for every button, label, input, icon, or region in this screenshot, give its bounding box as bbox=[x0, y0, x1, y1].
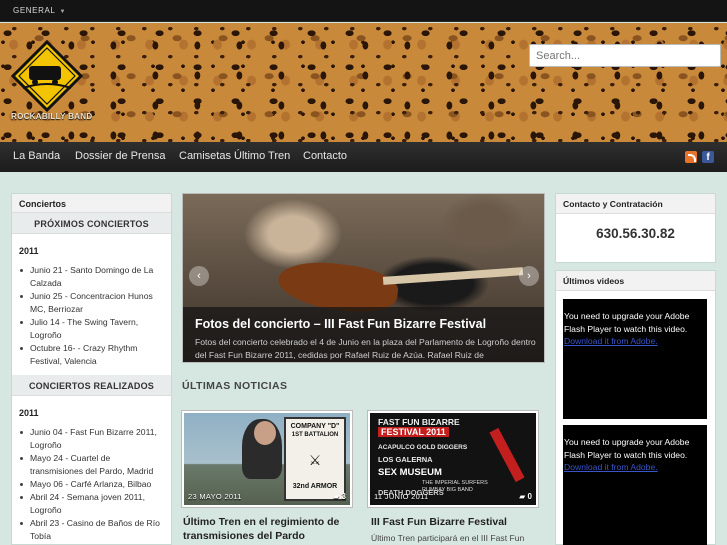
list-item: Octubre 16- - Crazy Rhythm Festival, Val… bbox=[19, 342, 163, 367]
chevron-down-icon: ▼ bbox=[59, 9, 66, 15]
comment-count[interactable]: ▰ 3 bbox=[333, 492, 346, 501]
poster-line: FESTIVAL 2011 bbox=[378, 427, 449, 437]
poster-line: LOS GALERNA bbox=[378, 455, 433, 464]
upcoming-year: 2011 bbox=[19, 246, 39, 256]
comment-count-value: 0 bbox=[527, 492, 532, 501]
comment-icon: ▰ bbox=[333, 492, 342, 501]
flash-message: You need to upgrade your Adobe Flash Pla… bbox=[564, 311, 690, 334]
tagline: ROCKABILLY BAND bbox=[11, 112, 93, 121]
slider-text: Fotos del concierto celebrado el 4 de Ju… bbox=[195, 337, 536, 360]
comment-count[interactable]: ▰ 0 bbox=[519, 492, 532, 501]
news-excerpt: Último Tren participará en el III Fast F… bbox=[371, 533, 525, 543]
header-banner: ROCKABILLY BAND bbox=[0, 23, 727, 142]
flash-download-link[interactable]: Download it from Adobe. bbox=[564, 461, 706, 474]
nav-item-dossier[interactable]: Dossier de Prensa bbox=[75, 150, 166, 162]
concerts-widget: Conciertos PRÓXIMOS CONCIERTOS 2011 Juni… bbox=[11, 193, 172, 545]
army-sign: COMPANY "D" 1ST BATTALION ⚔ 32nd ARMOR bbox=[284, 417, 346, 501]
featured-slider[interactable]: ‹ › Fotos del concierto – III Fast Fun B… bbox=[182, 193, 545, 363]
face-shape bbox=[254, 421, 276, 445]
nav-item-la-banda[interactable]: La Banda bbox=[13, 150, 60, 162]
contact-widget: Contacto y Contratación 630.56.30.82 bbox=[555, 193, 716, 263]
main-nav: La Banda Dossier de Prensa Camisetas Últ… bbox=[0, 142, 727, 172]
facebook-icon[interactable]: f bbox=[702, 151, 714, 163]
list-item: Abril 24 - Semana joven 2011, Logroño bbox=[19, 491, 163, 516]
news-title[interactable]: Último Tren en el regimiento de transmis… bbox=[183, 515, 363, 543]
tank-icon: ⚔ bbox=[308, 452, 322, 468]
slider-prev-icon[interactable]: ‹ bbox=[189, 266, 209, 286]
nav-item-contacto[interactable]: Contacto bbox=[303, 150, 347, 162]
logo-icon[interactable] bbox=[11, 40, 83, 112]
general-menu-label: GENERAL bbox=[13, 6, 56, 15]
news-card-image[interactable]: COMPANY "D" 1ST BATTALION ⚔ 32nd ARMOR 2… bbox=[181, 410, 353, 508]
flash-video-player[interactable]: You need to upgrade your Adobe Flash Pla… bbox=[563, 299, 707, 419]
guitar-shape bbox=[489, 427, 525, 483]
news-date: 11 JUNIO 2011 bbox=[374, 492, 429, 501]
news-date: 23 MAYO 2011 bbox=[188, 492, 242, 501]
nav-item-camisetas[interactable]: Camisetas Último Tren bbox=[179, 150, 290, 162]
flash-message: You need to upgrade your Adobe Flash Pla… bbox=[564, 437, 690, 460]
news-image: FAST FUN BIZARRE FESTIVAL 2011 ACAPULCO … bbox=[370, 413, 536, 505]
comment-icon: ▰ bbox=[519, 492, 528, 501]
list-item: Julio 14 - The Swing Tavern, Logroño bbox=[19, 316, 163, 341]
news-heading: ÚLTIMAS NOTICIAS bbox=[182, 380, 288, 392]
rss-icon[interactable] bbox=[685, 151, 697, 163]
news-title[interactable]: III Fast Fun Bizarre Festival bbox=[371, 515, 541, 529]
list-item: Junio 25 - Concentracion Hunos MC, Berri… bbox=[19, 290, 163, 315]
videos-title: Últimos videos bbox=[556, 271, 715, 291]
poster-line: FAST FUN BIZARRE bbox=[378, 417, 460, 427]
sign-line: 1ST BATTALION bbox=[291, 432, 339, 438]
news-card-image[interactable]: FAST FUN BIZARRE FESTIVAL 2011 ACAPULCO … bbox=[367, 410, 539, 508]
general-menu[interactable]: GENERAL ▼ bbox=[13, 6, 66, 15]
list-item: Junio 04 - Fast Fun Bizarre 2011, Logroñ… bbox=[19, 426, 163, 451]
upcoming-list: Junio 21 - Santo Domingo de La Calzada J… bbox=[12, 264, 171, 372]
list-item: Mayo 06 - Carfé Arlanza, Bilbao bbox=[19, 478, 163, 491]
slider-title[interactable]: Fotos del concierto – III Fast Fun Bizar… bbox=[195, 317, 486, 331]
sign-line: 32nd ARMOR bbox=[292, 483, 338, 490]
list-item: Abril 23 - Casino de Baños de Río Tobía bbox=[19, 517, 163, 542]
poster-line: ACAPULCO GOLD DIGGERS bbox=[378, 444, 468, 451]
concerts-title: Conciertos bbox=[12, 194, 171, 213]
top-bar: GENERAL ▼ bbox=[0, 0, 727, 22]
poster-line: THE IMPERIAL SURFERS bbox=[422, 480, 488, 486]
slider-next-icon[interactable]: › bbox=[519, 266, 539, 286]
phone-number: 630.56.30.82 bbox=[596, 226, 675, 241]
sign-line: COMPANY "D" bbox=[290, 423, 340, 430]
videos-widget: Últimos videos You need to upgrade your … bbox=[555, 270, 716, 545]
contact-title: Contacto y Contratación bbox=[556, 194, 715, 214]
list-item: Mayo 24 - Cuartel de transmisiones del P… bbox=[19, 452, 163, 477]
flash-download-link[interactable]: Download it from Adobe. bbox=[564, 335, 706, 348]
search-input[interactable] bbox=[529, 44, 721, 67]
flash-video-player[interactable]: You need to upgrade your Adobe Flash Pla… bbox=[563, 425, 707, 545]
past-heading: CONCIERTOS REALIZADOS bbox=[12, 375, 171, 396]
comment-count-value: 3 bbox=[341, 492, 346, 501]
past-list: Junio 04 - Fast Fun Bizarre 2011, Logroñ… bbox=[12, 426, 171, 544]
past-year: 2011 bbox=[19, 408, 39, 418]
poster-line: SEX MUSEUM bbox=[378, 467, 442, 478]
upcoming-heading: PRÓXIMOS CONCIERTOS bbox=[12, 213, 171, 234]
list-item: Junio 21 - Santo Domingo de La Calzada bbox=[19, 264, 163, 289]
news-image: COMPANY "D" 1ST BATTALION ⚔ 32nd ARMOR 2… bbox=[184, 413, 350, 505]
